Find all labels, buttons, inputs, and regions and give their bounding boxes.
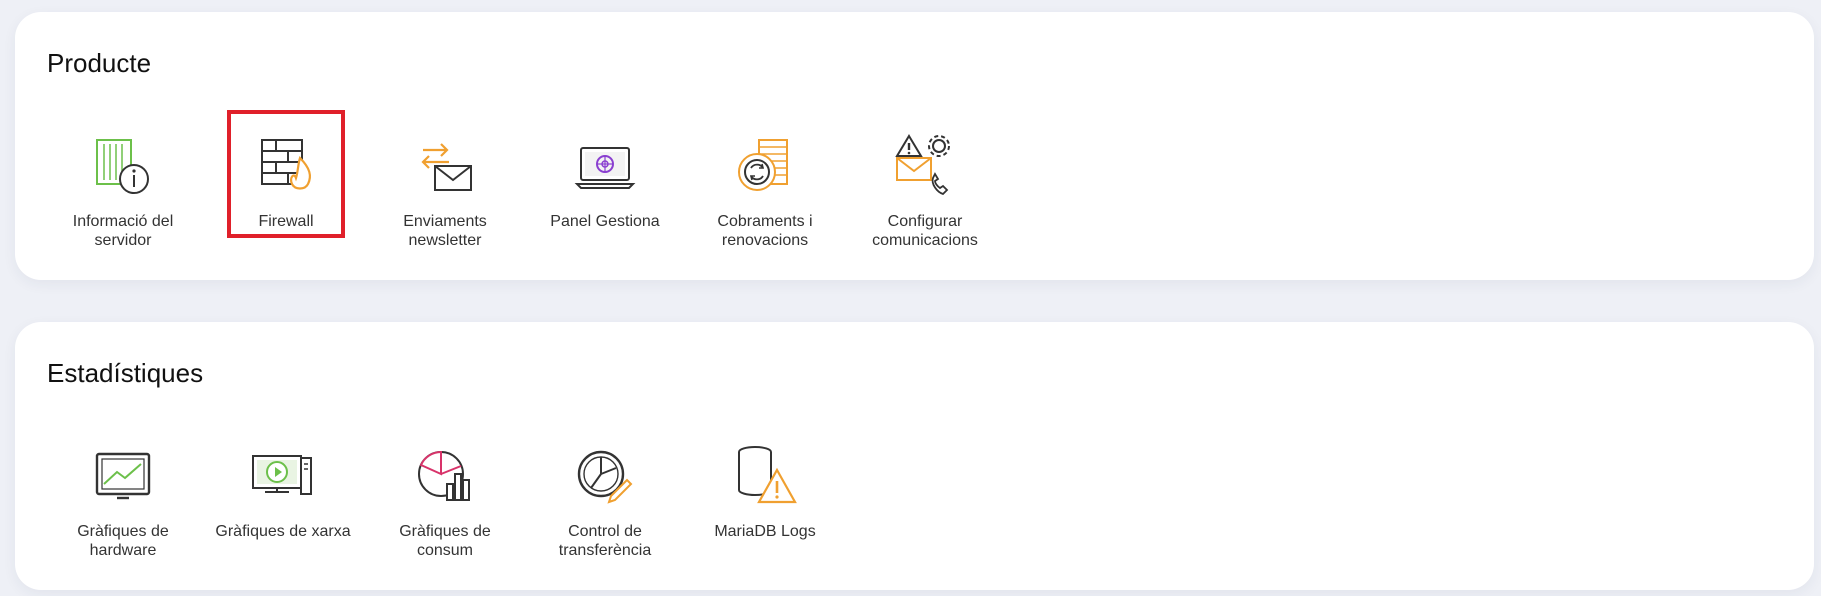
tile-hardware-chart[interactable]: Gràfiques de hardware xyxy=(53,422,193,559)
configure-communications-icon xyxy=(893,134,957,198)
tile-consumption-chart[interactable]: Gràfiques de consum xyxy=(375,422,515,559)
tile-label: Firewall xyxy=(258,213,314,230)
tile-payments-renewals[interactable]: Cobraments i renovacions xyxy=(695,112,835,249)
tile-label: Configurar comunicacions xyxy=(872,213,978,249)
hardware-chart-icon xyxy=(91,444,155,508)
tile-firewall[interactable]: Firewall xyxy=(227,110,345,238)
tile-newsletter[interactable]: Enviaments newsletter xyxy=(375,112,515,249)
tile-label: Informació del servidor xyxy=(72,213,174,249)
transfer-control-icon xyxy=(573,444,637,508)
consumption-chart-icon xyxy=(413,444,477,508)
tile-label: Control de transferència xyxy=(558,523,652,559)
tile-server-info[interactable]: Informació del servidor xyxy=(53,112,193,249)
tile-label: Gràfiques de xarxa xyxy=(215,523,351,540)
tile-label: Panel Gestiona xyxy=(550,213,660,230)
panel-gestiona-icon xyxy=(573,134,637,198)
tile-label: Cobraments i renovacions xyxy=(717,213,813,249)
tile-label: MariaDB Logs xyxy=(714,523,816,540)
firewall-icon xyxy=(254,134,318,198)
section-title: Producte xyxy=(47,48,152,78)
tile-configure-communications[interactable]: Configurar comunicacions xyxy=(855,112,995,249)
network-chart-icon xyxy=(251,444,315,508)
tile-transfer-control[interactable]: Control de transferència xyxy=(535,422,675,559)
tile-label: Gràfiques de consum xyxy=(399,523,491,559)
newsletter-icon xyxy=(413,134,477,198)
tile-panel-gestiona[interactable]: Panel Gestiona xyxy=(535,112,675,236)
section-producte: Producte Informació del servidor Firewal… xyxy=(15,12,1814,280)
server-info-icon xyxy=(91,134,155,198)
tile-network-chart[interactable]: Gràfiques de xarxa xyxy=(213,422,353,546)
tile-label: Enviaments newsletter xyxy=(403,213,487,249)
section-title: Estadístiques xyxy=(47,358,204,388)
section-estadistiques: Estadístiques Gràfiques de hardware Gràf… xyxy=(15,322,1814,590)
tile-label: Gràfiques de hardware xyxy=(77,523,169,559)
payments-renewals-icon xyxy=(733,134,797,198)
tile-mariadb-logs[interactable]: MariaDB Logs xyxy=(695,422,835,546)
mariadb-logs-icon xyxy=(733,444,797,508)
